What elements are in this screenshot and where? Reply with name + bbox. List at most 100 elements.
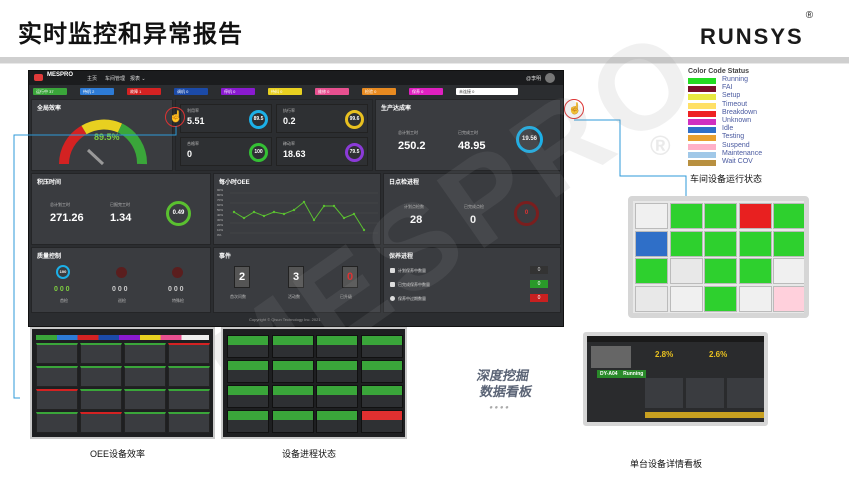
process-cell-header — [272, 411, 313, 420]
oee-cell[interactable] — [168, 412, 210, 433]
device-image — [591, 346, 631, 368]
oee-cell[interactable] — [36, 343, 78, 364]
status-cell[interactable] — [704, 258, 737, 284]
process-cell[interactable] — [316, 385, 358, 408]
oee-cell[interactable] — [80, 343, 122, 364]
legend-label: Running — [722, 76, 749, 83]
status-cell[interactable] — [738, 230, 772, 257]
process-cell-header — [361, 336, 402, 345]
process-cell-header — [317, 386, 357, 395]
status-cell[interactable] — [773, 203, 804, 229]
oee-cell[interactable] — [124, 412, 166, 433]
oee-cell[interactable] — [124, 389, 166, 410]
legend-label: Setup — [722, 92, 741, 100]
device-timeline — [645, 412, 764, 418]
status-cell[interactable] — [738, 203, 772, 229]
process-cell-header — [228, 411, 268, 420]
legend-label: Suspend — [722, 141, 750, 149]
oee-cell[interactable] — [124, 343, 166, 364]
trend-panel — [645, 378, 683, 408]
legend-swatch — [688, 110, 716, 117]
oee-cell[interactable] — [168, 366, 210, 387]
dots-decoration: ● ● ● ● — [488, 405, 510, 411]
legend-swatch — [688, 135, 716, 142]
device-name: DY-A04 — [600, 371, 618, 377]
oee-cell[interactable] — [80, 389, 122, 410]
color-legend: Color Code Status Running FAI Setup Timeout… — [688, 68, 808, 167]
workshop-status-thumbnail[interactable] — [628, 196, 809, 318]
process-cell[interactable] — [271, 360, 314, 383]
status-cell[interactable] — [635, 203, 668, 229]
caption-oee: OEE设备效率 — [90, 449, 146, 459]
status-cell[interactable] — [635, 230, 668, 257]
legend-item: FAI — [688, 84, 808, 93]
status-cell[interactable] — [773, 285, 804, 312]
oee-cell[interactable] — [80, 366, 122, 387]
process-cell[interactable] — [227, 360, 269, 383]
status-cell[interactable] — [738, 258, 772, 284]
process-cell[interactable] — [227, 410, 269, 433]
process-cell-header — [361, 361, 402, 370]
device-pct-2: 2.6% — [709, 350, 728, 359]
process-cell-header — [361, 411, 402, 420]
legend-swatch — [688, 143, 716, 150]
process-cell[interactable] — [271, 410, 314, 433]
legend-item: Idle — [688, 125, 808, 134]
process-cell[interactable] — [316, 360, 358, 383]
status-cell[interactable] — [773, 258, 804, 284]
status-cell[interactable] — [669, 258, 703, 284]
mining-dashboard-label: 深度挖掘 数据看板 ● ● ● ● — [470, 368, 536, 416]
oee-cell[interactable] — [168, 389, 210, 410]
legend-swatch — [688, 127, 716, 134]
process-cell[interactable] — [316, 335, 358, 358]
legend-swatch — [688, 159, 716, 166]
status-cell[interactable] — [773, 230, 804, 257]
thumb-statusbar — [36, 335, 209, 340]
status-cell[interactable] — [635, 258, 668, 284]
status-cell[interactable] — [738, 285, 772, 312]
process-cell[interactable] — [360, 335, 403, 358]
process-cell-header — [317, 361, 357, 370]
device-topbar — [587, 336, 764, 342]
caption-workshop: 车间设备运行状态 — [690, 174, 763, 184]
legend-swatch — [688, 118, 716, 125]
process-cell[interactable] — [227, 335, 269, 358]
caption-single: 单台设备详情看板 — [630, 459, 703, 469]
status-cell[interactable] — [669, 203, 703, 229]
process-cell[interactable] — [271, 385, 314, 408]
status-cell[interactable] — [635, 285, 668, 312]
legend-item: Unknown — [688, 117, 808, 126]
trend-panel — [727, 378, 764, 408]
status-cell[interactable] — [669, 230, 703, 257]
oee-cell[interactable] — [36, 412, 78, 433]
legend-swatch — [688, 86, 716, 93]
legend-item: Running — [688, 76, 808, 85]
process-cell-header — [272, 361, 313, 370]
process-cell[interactable] — [316, 410, 358, 433]
mining-line-2: 数据看板 — [478, 384, 534, 399]
process-cell[interactable] — [360, 410, 403, 433]
oee-cell[interactable] — [36, 366, 78, 387]
process-cell-header — [228, 361, 268, 370]
single-device-thumbnail[interactable]: DY-A04 Running 2.8% 2.6% — [583, 332, 768, 426]
oee-efficiency-thumbnail[interactable] — [30, 327, 215, 439]
process-status-thumbnail[interactable] — [221, 327, 407, 439]
process-cell[interactable] — [360, 360, 403, 383]
process-cell[interactable] — [360, 385, 403, 408]
status-cell[interactable] — [669, 285, 703, 312]
legend-swatch — [688, 151, 716, 158]
process-cell[interactable] — [227, 385, 269, 408]
oee-cell[interactable] — [124, 366, 166, 387]
status-cell[interactable] — [704, 230, 737, 257]
legend-swatch — [688, 94, 716, 101]
caption-process: 设备进程状态 — [282, 449, 337, 459]
status-cell[interactable] — [704, 203, 737, 229]
process-cell[interactable] — [271, 335, 314, 358]
legend-swatch — [688, 78, 716, 84]
oee-cell[interactable] — [168, 343, 210, 364]
oee-cell[interactable] — [36, 389, 78, 410]
status-cell[interactable] — [704, 285, 737, 312]
legend-label: Breakdown — [722, 108, 758, 116]
oee-cell[interactable] — [80, 412, 122, 433]
trend-panel — [686, 378, 724, 408]
